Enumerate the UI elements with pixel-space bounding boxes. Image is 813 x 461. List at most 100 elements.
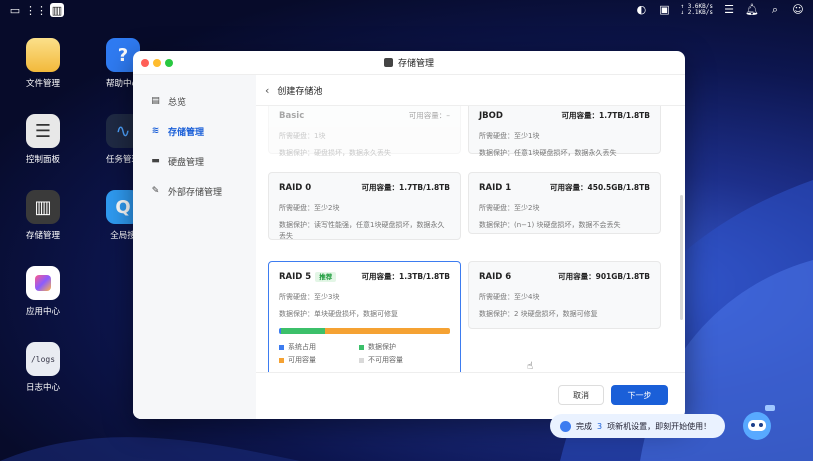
folder-icon xyxy=(26,38,60,72)
storage-icon: ▥ xyxy=(26,190,60,224)
raid-protection: 数据保护：任意1块硬盘损坏，数据永久丢失 xyxy=(479,149,617,157)
raid-name: RAID 1 xyxy=(479,182,512,193)
sidebar: ▤ 总览 ≋ 存储管理 ▬ 硬盘管理 ✎ 外部存储管理 xyxy=(133,75,256,419)
bell-icon[interactable]: 🔔︎ xyxy=(745,3,759,17)
raid-protection: 数据保护：读写性能强，任意1块硬盘损坏，数据永久丢失 xyxy=(279,221,445,240)
raid-card-raid1[interactable]: RAID 1 可用容量：450.5GB/1.8TB 所需硬盘：至少2块 数据保护：… xyxy=(468,172,661,234)
menu-icon[interactable]: ☰ xyxy=(722,3,736,17)
raid-name: Basic xyxy=(279,110,305,121)
capacity-bar xyxy=(279,328,450,334)
storage-manager-window: 存储管理 ▤ 总览 ≋ 存储管理 ▬ 硬盘管理 ✎ 外部存储管理 ‹ 创建存储池… xyxy=(133,51,685,419)
sidebar-item-label: 总览 xyxy=(168,97,187,108)
legend-system: 系统占用 xyxy=(279,342,359,352)
storage-app-icon xyxy=(383,58,393,67)
raid-disks: 所需硬盘：至少2块 xyxy=(479,204,540,212)
user-icon[interactable]: ☺ xyxy=(791,3,805,17)
storage-task-icon[interactable]: ▥ xyxy=(50,3,64,17)
toast-prefix: 完成 xyxy=(576,421,592,431)
info-icon xyxy=(560,420,571,432)
raid-name: RAID 6 xyxy=(479,271,512,282)
app-center-icon xyxy=(26,266,60,300)
next-button[interactable]: 下一步 xyxy=(611,385,668,405)
desktop-icon-logs[interactable]: /logs 日志中心 xyxy=(13,342,73,393)
sidebar-item-overview[interactable]: ▤ 总览 xyxy=(133,86,256,116)
network-icon[interactable]: ◐ xyxy=(634,3,648,17)
window-title: 存储管理 xyxy=(397,59,434,69)
disk-icon: ▬ xyxy=(151,156,160,166)
raid-capacity: 可用容量：901GB/1.8TB xyxy=(558,272,650,281)
desktop-icon-label: 应用中心 xyxy=(25,307,60,317)
raid-card-raid0[interactable]: RAID 0 可用容量：1.7TB/1.8TB 所需硬盘：至少2块 数据保护：读写… xyxy=(268,172,461,240)
desktop-icon-app-center[interactable]: 应用中心 xyxy=(13,266,73,317)
minimize-button[interactable] xyxy=(153,59,161,67)
back-icon[interactable]: ‹ xyxy=(265,84,269,97)
assistant-robot-icon[interactable] xyxy=(741,404,775,444)
raid-card-basic[interactable]: Basic 可用容量：– 所需硬盘：1块 数据保护：硬盘损坏，数据永久丢失 xyxy=(268,106,461,157)
raid-capacity: 可用容量：1.3TB/1.8TB xyxy=(361,272,450,281)
sidebar-item-label: 外部存储管理 xyxy=(168,187,223,198)
desktop-icon-label: 存储管理 xyxy=(25,231,60,241)
sidebar-item-disks[interactable]: ▬ 硬盘管理 xyxy=(133,146,256,176)
raid-disks: 所需硬盘：至少4块 xyxy=(479,293,540,301)
capacity-legend: 系统占用 数据保护 可用容量 不可用容量 xyxy=(279,342,450,365)
raid-capacity: 可用容量：450.5GB/1.8TB xyxy=(550,183,650,192)
log-icon: /logs xyxy=(26,342,60,376)
close-button[interactable] xyxy=(141,59,149,67)
page-title: 创建存储池 xyxy=(277,86,323,97)
external-storage-icon: ✎ xyxy=(151,186,160,196)
bar-segment-available xyxy=(325,328,450,334)
desktop-icon-label: 文件管理 xyxy=(25,79,60,89)
cancel-button[interactable]: 取消 xyxy=(558,385,604,405)
raid-capacity: 可用容量：1.7TB/1.8TB xyxy=(561,111,650,120)
raid-disks: 所需硬盘：至少2块 xyxy=(279,204,340,212)
desktop-icon-label: 日志中心 xyxy=(25,383,60,393)
sidebar-item-label: 硬盘管理 xyxy=(168,157,205,168)
maximize-button[interactable] xyxy=(165,59,173,67)
desktop-icon-label: 控制面板 xyxy=(25,155,60,165)
raid-options: Basic 可用容量：– 所需硬盘：1块 数据保护：硬盘损坏，数据永久丢失 JBO… xyxy=(267,106,681,372)
raid-protection: 数据保护：2 块硬盘损坏，数据可修复 xyxy=(479,310,598,318)
sidebar-item-storage[interactable]: ≋ 存储管理 xyxy=(133,116,256,146)
main-panel: ‹ 创建存储池 Basic 可用容量：– 所需硬盘：1块 数据保护：硬盘损坏，数据… xyxy=(256,75,685,419)
network-speed: ↑ 3.6KB/s ↓ 2.1KB/s xyxy=(680,4,713,16)
toast-text: 项新机设置，即刻开始使用！ xyxy=(607,421,712,431)
page-header: ‹ 创建存储池 xyxy=(256,75,685,106)
top-bar: ▭ ⋮⋮ ▥ ◐ ▣ ↑ 3.6KB/s ↓ 2.1KB/s ☰ 🔔︎ ⌕ ☺ xyxy=(0,0,813,20)
desktop-icon-control-panel[interactable]: ☰ 控制面板 xyxy=(13,114,73,165)
raid-card-raid5[interactable]: RAID 5 推荐 可用容量：1.3TB/1.8TB 所需硬盘：至少3块 数据保护：… xyxy=(268,261,461,372)
raid-capacity: 可用容量：– xyxy=(408,111,450,120)
sidebar-item-label: 存储管理 xyxy=(168,127,205,138)
raid-protection: 数据保护：单块硬盘损坏，数据可修复 xyxy=(279,310,398,318)
window-titlebar[interactable]: 存储管理 xyxy=(133,51,685,75)
recommended-badge: 推荐 xyxy=(315,272,337,282)
dialog-footer: 取消 下一步 xyxy=(256,372,685,419)
desktop-icon-storage[interactable]: ▥ 存储管理 xyxy=(13,190,73,241)
desktop-icon-files[interactable]: 文件管理 xyxy=(13,38,73,89)
raid-card-raid6[interactable]: RAID 6 可用容量：901GB/1.8TB 所需硬盘：至少4块 数据保护：2 … xyxy=(468,261,661,329)
server-icon[interactable]: ▣ xyxy=(657,3,671,17)
raid-name: RAID 5 xyxy=(279,272,312,282)
storage-stack-icon: ≋ xyxy=(151,126,160,136)
raid-card-jbod[interactable]: JBOD 可用容量：1.7TB/1.8TB 所需硬盘：至少1块 数据保护：任意1块… xyxy=(468,106,661,157)
setup-toast[interactable]: 完成 3 项新机设置，即刻开始使用！ xyxy=(550,414,725,438)
scrollbar[interactable] xyxy=(680,195,683,320)
raid-protection: 数据保护：(n−1) 块硬盘损坏，数据不会丢失 xyxy=(479,221,621,229)
legend-protection: 数据保护 xyxy=(359,342,439,352)
window-list-icon[interactable]: ▭ xyxy=(8,3,22,17)
raid-name: JBOD xyxy=(479,110,503,121)
control-panel-icon: ☰ xyxy=(26,114,60,148)
app-grid-icon[interactable]: ⋮⋮ xyxy=(25,3,47,17)
raid-disks: 所需硬盘：1块 xyxy=(279,132,326,140)
raid-disks: 所需硬盘：至少1块 xyxy=(479,132,540,140)
raid-name: RAID 0 xyxy=(279,182,312,193)
search-icon[interactable]: ⌕ xyxy=(768,3,782,17)
mouse-cursor: ☝ xyxy=(527,361,534,372)
toast-count: 3 xyxy=(597,421,603,431)
overview-icon: ▤ xyxy=(151,96,160,106)
bar-segment-protection xyxy=(280,328,326,334)
raid-capacity: 可用容量：1.7TB/1.8TB xyxy=(361,183,450,192)
raid-protection: 数据保护：硬盘损坏，数据永久丢失 xyxy=(279,149,391,157)
sidebar-item-external-storage[interactable]: ✎ 外部存储管理 xyxy=(133,176,256,206)
download-speed: ↓ 2.1KB/s xyxy=(680,9,713,16)
raid-disks: 所需硬盘：至少3块 xyxy=(279,293,340,301)
